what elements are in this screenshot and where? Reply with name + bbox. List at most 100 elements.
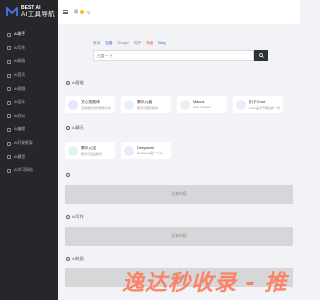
sidebar-item-music[interactable]: AI音乐: [0, 69, 58, 83]
tool-card[interactable]: 腾讯元器 腾讯元器智能体: [121, 96, 171, 113]
tencent-yuanbao-icon: [68, 145, 78, 156]
watermark: 逸达秒收录 - 推: [122, 271, 288, 296]
sidebar-item-painting[interactable]: AI绘画: [0, 55, 58, 69]
section-title-painting[interactable]: AI绘画: [66, 256, 84, 262]
search-tab-zhihu[interactable]: 知乎: [134, 41, 141, 46]
sidebar-item-framework[interactable]: AI开发框架: [0, 137, 58, 151]
model-icon: [7, 155, 11, 160]
writing-icon: [7, 46, 11, 51]
search-icon: [258, 53, 264, 58]
office-icon: [7, 114, 11, 119]
tool-card[interactable]: 文心智能体 百度推出的智能体平台: [65, 96, 115, 113]
sidebar-item-label: AI模型: [14, 154, 26, 159]
tool-desc: Auto AI Agent: [193, 105, 212, 109]
framework-icon: [7, 141, 11, 146]
search-box: 常用 百度 Google 知乎 淘宝 Bing: [93, 40, 268, 61]
tool-name: 扣子Coze: [249, 99, 266, 104]
search-tab-taobao[interactable]: 淘宝: [146, 41, 153, 46]
sidebar-item-design[interactable]: AI设计: [0, 96, 58, 110]
sidebar-item-label: AI学习网站: [14, 168, 33, 173]
tool-card[interactable]: Deepseek Deepseek是一个人...: [121, 142, 171, 159]
code-icon: [7, 127, 11, 132]
search-tab-baidu[interactable]: 百度: [105, 41, 112, 46]
sidebar-item-label: AI开发框架: [14, 141, 33, 146]
logo-mark-icon: [6, 7, 18, 16]
sidebar-item-label: AI视频: [14, 86, 26, 91]
section-title-blank[interactable]: [66, 173, 72, 177]
music-icon: [7, 73, 11, 78]
tool-card[interactable]: 扣子Coze Coze是字节推出的一款...: [233, 96, 283, 113]
weather-widget[interactable]: 晴 °C: [74, 9, 91, 15]
sidebar-item-label: AI设计: [14, 100, 26, 105]
tool-desc: Deepseek是一个人...: [137, 151, 166, 155]
search-form: [93, 50, 268, 61]
sidebar-item-video[interactable]: AI视频: [0, 82, 58, 96]
learning-icon: [7, 168, 11, 173]
tool-desc: Coze是字节推出的一款...: [249, 105, 280, 110]
tool-desc: 百度推出的智能体平台: [81, 105, 112, 110]
empty-placeholder: 没有内容: [65, 185, 293, 204]
sun-icon: [80, 10, 84, 14]
section-title-text: AI聊天: [72, 125, 84, 130]
sidebar-item-writing[interactable]: AI写作: [0, 42, 58, 56]
sidebar-item-coding[interactable]: AI编程: [0, 123, 58, 137]
brand-name: BEST AI: [21, 4, 41, 11]
section-icon: [66, 257, 70, 261]
sidebar-item-office[interactable]: AI办公: [0, 110, 58, 124]
sidebar-item-label: AI助手: [14, 32, 26, 37]
search-tabs: 常用 百度 Google 知乎 淘宝 Bing: [93, 40, 268, 46]
manus-icon: [180, 99, 190, 110]
wenxin-agent-icon: [68, 99, 78, 110]
section-icon: [66, 215, 70, 219]
empty-placeholder: 没有内容: [65, 227, 293, 246]
search-button[interactable]: [254, 50, 268, 61]
search-tab-bing[interactable]: Bing: [158, 41, 165, 45]
coze-icon: [236, 99, 246, 110]
section-title-chat[interactable]: AI聊天: [66, 125, 84, 131]
sidebar-item-learning[interactable]: AI学习网站: [0, 164, 58, 178]
tool-name: Deepseek: [137, 146, 155, 150]
menu-toggle-icon[interactable]: [63, 10, 68, 14]
main-content: 常用 百度 Google 知乎 淘宝 Bing AI智能 文心智能体百度推出的智…: [58, 24, 300, 300]
tool-name: 文心智能体: [81, 99, 100, 104]
design-icon: [7, 100, 11, 105]
section-icon: [66, 81, 70, 85]
section-icon: [66, 173, 70, 177]
weather-city: 晴: [74, 9, 78, 14]
section-title-writing[interactable]: AI写作: [66, 214, 84, 220]
tool-name: 腾讯元宝: [81, 145, 97, 150]
card-list-agents: 文心智能体 百度推出的智能体平台 腾讯元器 腾讯元器智能体 Manus Auto AI…: [65, 96, 283, 113]
sidebar-item-assistant[interactable]: AI助手: [0, 28, 58, 42]
brand-subtitle: AI工具导航: [21, 10, 55, 18]
card-list-chat: 腾讯元宝 腾讯元宝是腾讯 Deepseek Deepseek是一个人...: [65, 142, 171, 159]
tool-desc: 腾讯元宝是腾讯: [81, 151, 103, 156]
weather-temp: °C: [86, 9, 91, 15]
tool-card[interactable]: Manus Auto AI Agent: [177, 96, 227, 113]
sidebar-nav: AI助手 AI写作 AI绘画 AI音乐 AI视频 AI设计 AI办公 AI编程 …: [0, 28, 58, 178]
sidebar-item-label: AI音乐: [14, 73, 26, 78]
sidebar-item-label: AI写作: [14, 45, 26, 50]
video-icon: [7, 87, 11, 92]
tool-desc: 腾讯元器智能体: [137, 105, 159, 110]
assistant-icon: [7, 32, 11, 37]
tool-name: Manus: [193, 100, 205, 104]
top-bar: 晴 °C: [58, 0, 300, 24]
search-tab-common[interactable]: 常用: [93, 41, 100, 46]
section-title-text: AI智能: [72, 80, 84, 85]
search-tab-google[interactable]: Google: [117, 41, 129, 45]
deepseek-icon: [124, 145, 134, 156]
sidebar-item-models[interactable]: AI模型: [0, 150, 58, 164]
search-input[interactable]: [93, 50, 254, 61]
section-title-agents[interactable]: AI智能: [66, 80, 84, 86]
section-icon: [66, 126, 70, 130]
tool-name: 腾讯元器: [137, 99, 153, 104]
sidebar-item-label: AI绘画: [14, 59, 26, 64]
section-title-text: AI绘画: [72, 256, 84, 261]
tool-card[interactable]: 腾讯元宝 腾讯元宝是腾讯: [65, 142, 115, 159]
logo[interactable]: BEST AI AI工具导航: [0, 0, 58, 24]
sidebar-item-label: AI编程: [14, 127, 26, 132]
sidebar-item-label: AI办公: [14, 113, 26, 118]
sidebar: BEST AI AI工具导航 AI助手 AI写作 AI绘画 AI音乐 AI视频 …: [0, 0, 58, 300]
painting-icon: [7, 59, 11, 64]
tencent-yuanqi-icon: [124, 99, 134, 110]
